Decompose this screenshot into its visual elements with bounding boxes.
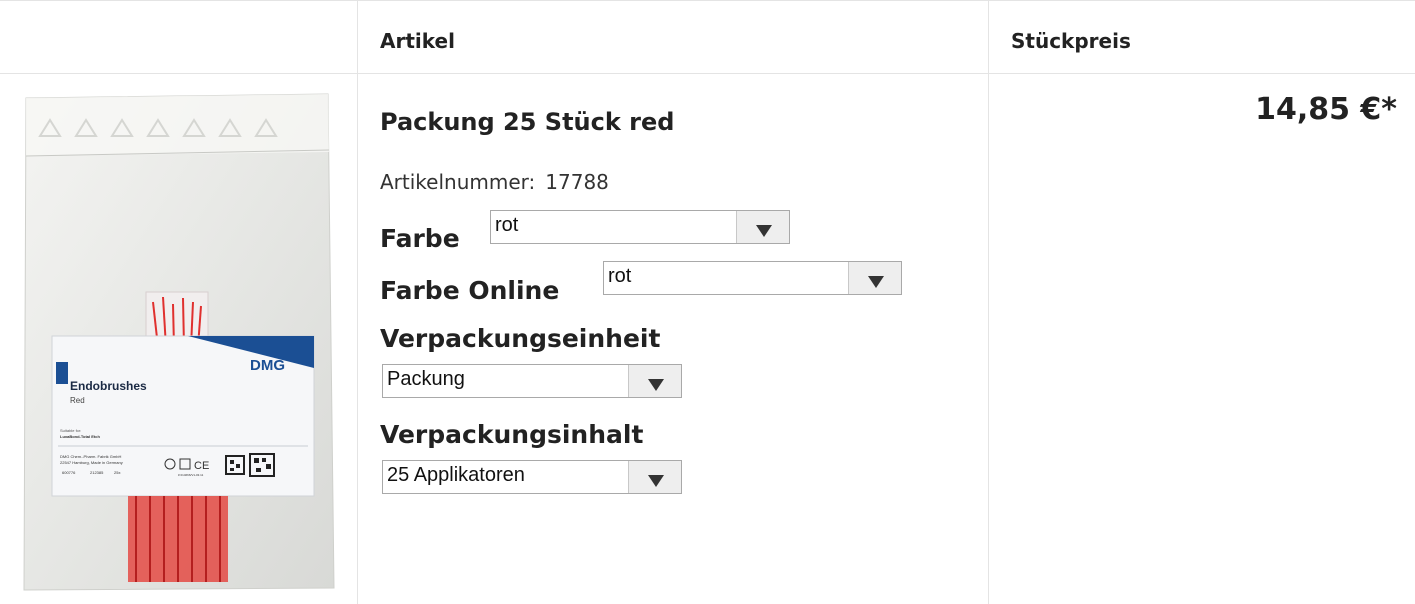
verpackungsinhalt-select-value: 25 Applikatoren bbox=[387, 464, 525, 486]
farbe-online-dropdown-button[interactable] bbox=[848, 262, 901, 294]
product-table: Artikel Stückpreis DMG Endobrushes Red S… bbox=[0, 0, 1415, 604]
farbe-label: Farbe bbox=[380, 224, 460, 253]
article-number-label: Artikelnummer: bbox=[380, 170, 536, 194]
chevron-down-icon bbox=[648, 475, 664, 487]
package-suitable-label: Suitable for: bbox=[60, 428, 81, 433]
package-suitable-for: LuxaBond-Total Etch bbox=[60, 434, 100, 439]
package-code: # 014666/V1-03.11 bbox=[178, 473, 204, 477]
chevron-down-icon bbox=[868, 276, 884, 288]
unit-price: 14,85 €* bbox=[1255, 92, 1397, 127]
verpackungseinheit-label: Verpackungseinheit bbox=[380, 324, 661, 353]
column-divider bbox=[988, 0, 989, 604]
svg-text:CE: CE bbox=[194, 460, 209, 472]
verpackungseinheit-select-value: Packung bbox=[387, 368, 465, 390]
product-title[interactable]: Packung 25 Stück red bbox=[380, 108, 674, 136]
package-count: 25x bbox=[114, 470, 120, 475]
package-product-name: Endobrushes bbox=[70, 379, 147, 393]
verpackungseinheit-select[interactable]: Packung bbox=[382, 364, 682, 398]
farbe-online-select-value: rot bbox=[608, 265, 632, 287]
article-number-row: Artikelnummer: 17788 bbox=[380, 170, 609, 194]
package-lot: 600776 bbox=[62, 470, 76, 475]
row-divider bbox=[0, 0, 1415, 1]
verpackungseinheit-dropdown-button[interactable] bbox=[628, 365, 681, 397]
package-brand: DMG bbox=[250, 357, 285, 374]
package-address: 22547 Hamburg, Made in Germany bbox=[60, 460, 123, 465]
farbe-online-select[interactable]: rot bbox=[603, 261, 902, 295]
farbe-online-label: Farbe Online bbox=[380, 276, 560, 305]
verpackungsinhalt-label: Verpackungsinhalt bbox=[380, 420, 644, 449]
package-ref: 212385 bbox=[90, 470, 104, 475]
chevron-down-icon bbox=[648, 379, 664, 391]
product-package-illustration: DMG Endobrushes Red Suitable for: LuxaBo… bbox=[23, 93, 335, 591]
chevron-down-icon bbox=[756, 225, 772, 237]
package-manufacturer: DMG Chem.-Pharm. Fabrik GmbH bbox=[60, 454, 121, 459]
verpackungsinhalt-dropdown-button[interactable] bbox=[628, 461, 681, 493]
header-article: Artikel bbox=[380, 29, 455, 53]
article-number-value: 17788 bbox=[545, 170, 609, 194]
farbe-dropdown-button[interactable] bbox=[736, 211, 789, 243]
verpackungsinhalt-select[interactable]: 25 Applikatoren bbox=[382, 460, 682, 494]
column-divider bbox=[357, 0, 358, 604]
header-unit-price: Stückpreis bbox=[1011, 29, 1131, 53]
product-image[interactable]: DMG Endobrushes Red Suitable for: LuxaBo… bbox=[18, 92, 336, 592]
farbe-select[interactable]: rot bbox=[490, 210, 790, 244]
package-variant: Red bbox=[70, 396, 85, 405]
row-divider bbox=[0, 73, 1415, 74]
farbe-select-value: rot bbox=[495, 214, 519, 236]
